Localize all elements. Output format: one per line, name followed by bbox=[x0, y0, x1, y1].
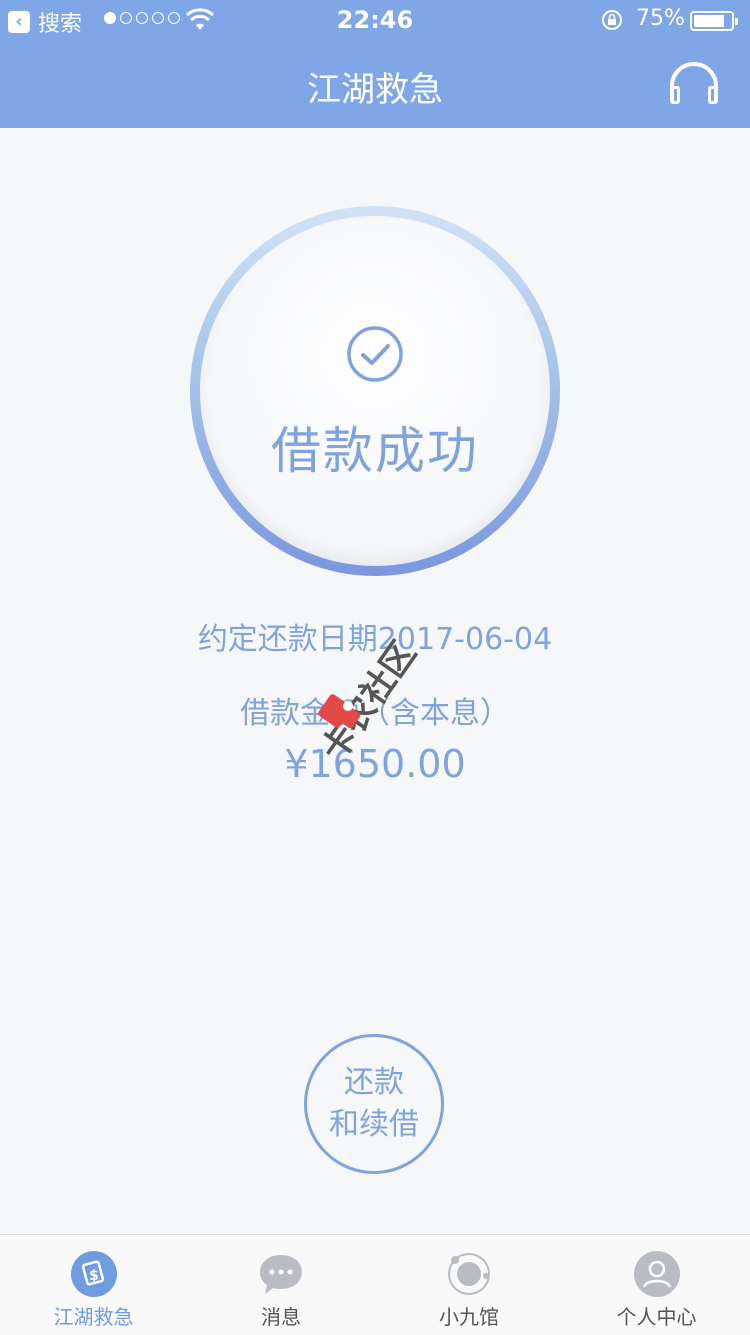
watermark-logo: 卡农社区 bbox=[314, 634, 425, 760]
top-bar: ‹ 搜索 22:46 75% 江湖救急 bbox=[0, 0, 750, 128]
tab-bar: $ 江湖救急 消息 小九馆 个人中心 bbox=[0, 1234, 750, 1335]
check-circle-icon bbox=[347, 326, 403, 382]
message-icon bbox=[260, 1255, 302, 1294]
svg-text:$: $ bbox=[89, 1268, 99, 1284]
tab-label: 江湖救急 bbox=[53, 1305, 134, 1329]
headset-icon[interactable] bbox=[664, 58, 724, 108]
battery-icon bbox=[690, 11, 738, 31]
loan-success-badge-inner: 借款成功 bbox=[200, 216, 550, 566]
repay-button-line1: 还款 bbox=[344, 1065, 404, 1100]
tab-label: 消息 bbox=[261, 1305, 301, 1329]
repay-button-line2: 和续借 bbox=[329, 1107, 419, 1142]
loan-success-badge: 借款成功 bbox=[190, 206, 560, 576]
tab-xiaojiuguan[interactable]: 小九馆 bbox=[375, 1235, 563, 1335]
loan-status-text: 借款成功 bbox=[271, 422, 479, 480]
repay-and-renew-button[interactable]: 还款 和续借 bbox=[304, 1034, 444, 1174]
tab-label: 小九馆 bbox=[439, 1305, 499, 1329]
tab-profile[interactable]: 个人中心 bbox=[563, 1235, 750, 1335]
rotation-lock-icon bbox=[602, 10, 622, 30]
loan-icon: $ bbox=[70, 1251, 117, 1297]
status-bar: ‹ 搜索 22:46 75% bbox=[0, 0, 750, 40]
page-title: 江湖救急 bbox=[307, 70, 443, 110]
tab-messages[interactable]: 消息 bbox=[187, 1235, 375, 1335]
planet-icon bbox=[448, 1253, 490, 1295]
tab-jianghu-jiuji[interactable]: $ 江湖救急 bbox=[0, 1235, 187, 1335]
user-icon bbox=[633, 1251, 680, 1297]
battery-percent: 75% bbox=[636, 6, 685, 31]
tab-label: 个人中心 bbox=[616, 1305, 697, 1329]
